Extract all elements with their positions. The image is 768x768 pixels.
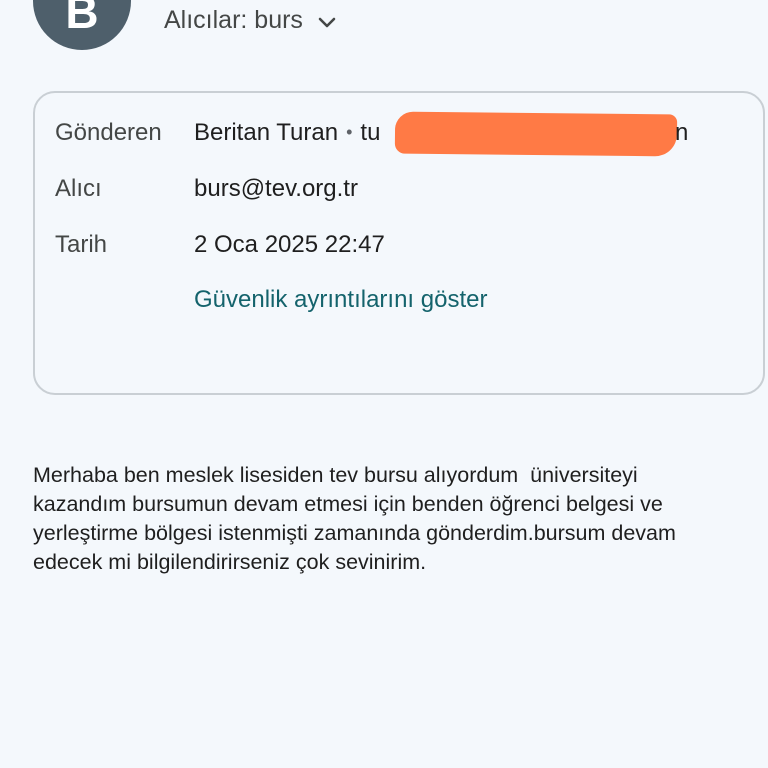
from-value: Beritan Turan • tu xyxy=(194,118,380,149)
emoji-icon[interactable] xyxy=(551,0,591,14)
avatar-letter: B xyxy=(65,0,99,38)
date-label: Tarih xyxy=(55,231,108,258)
message-body: Merhaba ben meslek lisesiden tev bursu a… xyxy=(33,463,676,574)
chevron-up-icon xyxy=(317,11,337,29)
reply-icon[interactable] xyxy=(650,0,698,14)
sender-email-start: tu xyxy=(360,119,381,146)
to-label: Alıcı xyxy=(55,175,102,202)
separator-dot: • xyxy=(346,122,353,142)
recipients-toggle[interactable]: Alıcılar: burs xyxy=(164,4,337,36)
sender-avatar[interactable]: B xyxy=(33,0,131,50)
to-value: burs@tev.org.tr xyxy=(194,175,358,202)
sender-email-end: n xyxy=(675,119,689,146)
date-value: 2 Oca 2025 22:47 xyxy=(194,231,385,258)
redaction-mark xyxy=(394,111,678,157)
from-label: Gönderen xyxy=(55,119,162,146)
message-details-card: Gönderen Beritan Turan • tu n Alıcı burs@t… xyxy=(33,91,765,395)
show-security-details-link[interactable]: Güvenlik ayrıntılarını göster xyxy=(194,285,487,315)
more-vert-icon[interactable] xyxy=(742,0,768,14)
sender-name: Beritan Turan xyxy=(194,119,339,146)
recipients-label: Alıcılar: burs xyxy=(164,5,303,34)
